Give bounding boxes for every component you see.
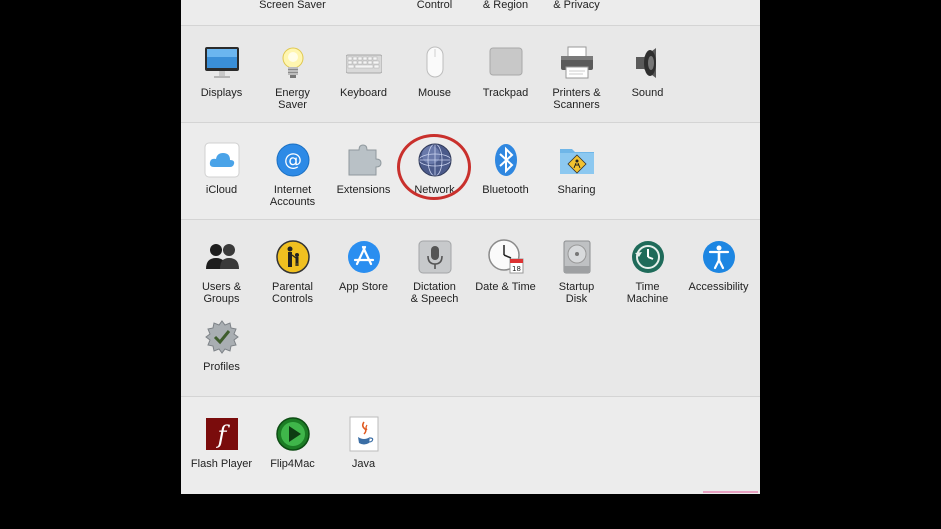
pane-users-groups[interactable]: Users & Groups: [186, 239, 257, 305]
printer-icon: [559, 45, 595, 81]
pane-label: App Store: [339, 281, 388, 293]
keyboard-icon: [345, 45, 382, 81]
pane-displays[interactable]: Displays: [186, 45, 257, 99]
speaker-icon: [630, 45, 666, 81]
microphone-icon: [417, 239, 453, 275]
pane-mouse[interactable]: Mouse: [399, 45, 470, 99]
globe-icon: [417, 142, 453, 178]
svg-text:18: 18: [512, 265, 521, 273]
clock-calendar-icon: 18: [487, 239, 524, 275]
pane-java[interactable]: Java: [328, 416, 399, 470]
svg-text:@: @: [284, 150, 302, 171]
pane-label: Displays: [200, 87, 243, 99]
profiles-badge-icon: [204, 319, 240, 355]
pane-bluetooth[interactable]: Bluetooth: [470, 142, 541, 196]
pane-parental-controls[interactable]: Parental Controls: [257, 239, 328, 305]
pane-label: Trackpad: [482, 87, 529, 99]
pane-sound[interactable]: Sound: [612, 45, 683, 99]
pane-label: Sound: [631, 87, 664, 99]
section-personal-partial: Screen Saver Control & Region & Privacy: [181, 0, 760, 25]
pane-label: Accessibility: [688, 281, 749, 293]
pane-label: Flip4Mac: [270, 458, 315, 470]
pane-icloud[interactable]: iCloud: [186, 142, 257, 196]
pane-label: iCloud: [205, 184, 238, 196]
bluetooth-icon: [488, 142, 524, 178]
pane-label: Bluetooth: [482, 184, 529, 196]
pane-label: Internet Accounts: [269, 184, 316, 208]
pane-network[interactable]: Network: [399, 142, 470, 196]
system-preferences-window: Screen Saver Control & Region & Privacy …: [181, 0, 760, 494]
pane-label: Flash Player: [190, 458, 253, 470]
pane-label: Mouse: [417, 87, 452, 99]
pane-label: Keyboard: [339, 87, 388, 99]
icloud-icon: [204, 142, 240, 178]
section-other: f Flash Player Flip4Mac Java: [181, 396, 760, 494]
flip4mac-icon: [275, 416, 311, 452]
pane-mission-control-label[interactable]: Control: [399, 0, 470, 11]
java-icon: [346, 416, 382, 452]
section-system: Users & Groups Parental Controls App Sto…: [181, 219, 760, 397]
puzzle-icon: [346, 142, 382, 178]
at-sign-icon: @: [275, 142, 311, 178]
pane-profiles[interactable]: Profiles: [186, 319, 257, 373]
pane-label: Printers & Scanners: [552, 87, 601, 111]
pane-language-region-label[interactable]: & Region: [470, 0, 541, 11]
pane-dictation-speech[interactable]: Dictation & Speech: [399, 239, 470, 305]
sharing-folder-icon: [559, 142, 595, 178]
pane-label: Energy Saver: [275, 87, 310, 111]
pane-label: Extensions: [336, 184, 391, 196]
pane-energy-saver[interactable]: Energy Saver: [257, 45, 328, 111]
window-edge-mark: [703, 491, 758, 493]
pane-app-store[interactable]: App Store: [328, 239, 399, 293]
time-machine-icon: [630, 239, 666, 275]
pane-screen-saver-label[interactable]: Screen Saver: [257, 0, 328, 11]
users-icon: [204, 239, 240, 275]
pane-label: Users & Groups: [201, 281, 242, 305]
hard-disk-icon: [559, 239, 595, 275]
pane-label: Profiles: [203, 361, 240, 373]
pane-startup-disk[interactable]: Startup Disk: [541, 239, 612, 305]
pane-flip4mac[interactable]: Flip4Mac: [257, 416, 328, 470]
pane-label: Time Machine: [626, 281, 669, 305]
pane-label: Dictation & Speech: [410, 281, 459, 305]
pane-sharing[interactable]: Sharing: [541, 142, 612, 196]
pane-label: Java: [351, 458, 376, 470]
pane-date-time[interactable]: 18 Date & Time: [470, 239, 541, 293]
pane-keyboard[interactable]: Keyboard: [328, 45, 399, 99]
pane-label: Date & Time: [475, 281, 536, 293]
mouse-icon: [417, 45, 453, 81]
parental-controls-icon: [275, 239, 311, 275]
pane-extensions[interactable]: Extensions: [328, 142, 399, 196]
pane-label: Startup Disk: [558, 281, 595, 305]
pane-printers-scanners[interactable]: Printers & Scanners: [541, 45, 612, 111]
section-hardware: Displays Energy Saver Keyboard Mouse Tra…: [181, 25, 760, 123]
pane-label: Sharing: [557, 184, 596, 196]
accessibility-icon: [701, 239, 737, 275]
flash-icon: f: [204, 416, 240, 452]
pane-security-privacy-label[interactable]: & Privacy: [541, 0, 612, 11]
pane-flash-player[interactable]: f Flash Player: [186, 416, 257, 470]
pane-trackpad[interactable]: Trackpad: [470, 45, 541, 99]
pane-accessibility[interactable]: Accessibility: [683, 239, 754, 293]
pane-label: Parental Controls: [272, 281, 313, 305]
section-internet-wireless: iCloud @ Internet Accounts Extensions Ne…: [181, 122, 760, 220]
pane-label: Network: [414, 184, 455, 196]
trackpad-icon: [488, 45, 524, 81]
app-store-icon: [346, 239, 382, 275]
light-bulb-icon: [275, 45, 311, 81]
pane-internet-accounts[interactable]: @ Internet Accounts: [257, 142, 328, 208]
displays-icon: [204, 45, 240, 81]
pane-time-machine[interactable]: Time Machine: [612, 239, 683, 305]
